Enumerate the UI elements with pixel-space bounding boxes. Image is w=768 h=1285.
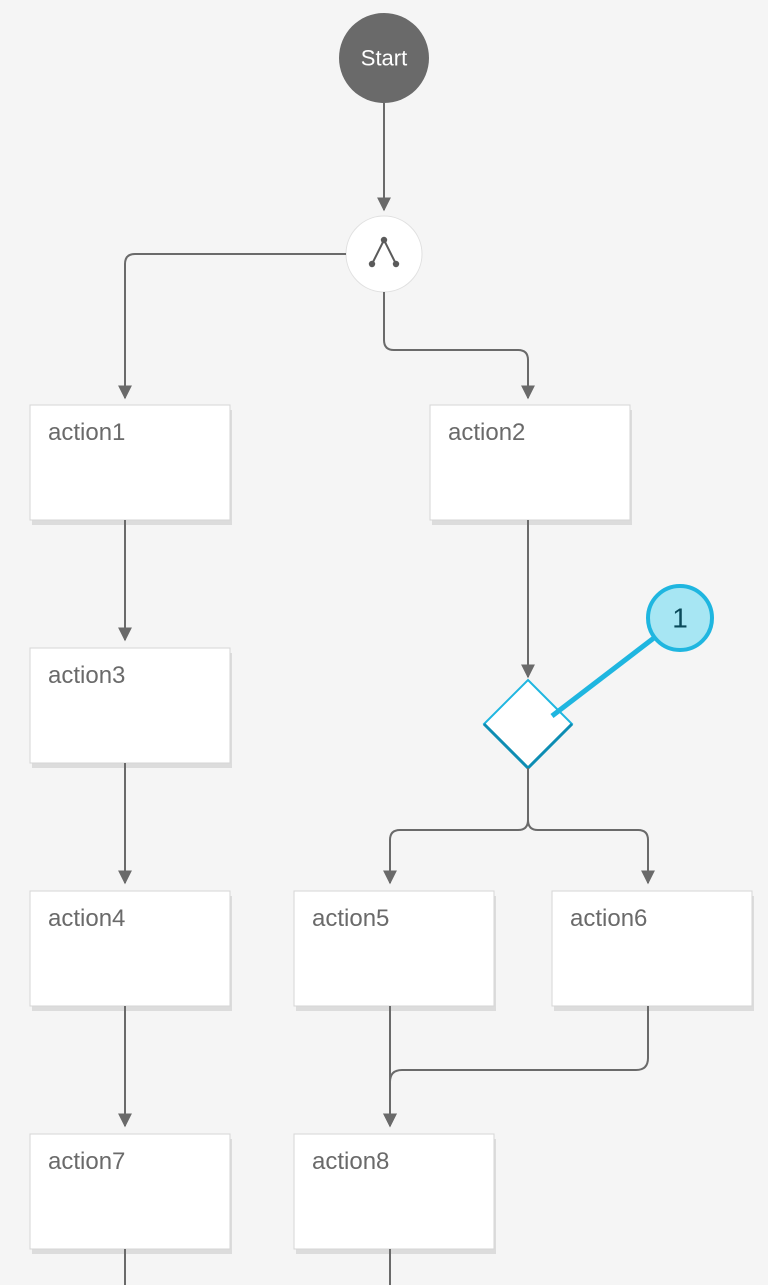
edge-split-a1 (125, 254, 346, 398)
flow-diagram: Start action1 action2 action3 (0, 0, 768, 1285)
decision-node[interactable] (484, 680, 572, 768)
edge-dec-a5 (390, 768, 528, 883)
node-action4[interactable]: action4 (30, 891, 232, 1011)
node-action6[interactable]: action6 (552, 891, 754, 1011)
node-action7-label: action7 (48, 1148, 125, 1175)
node-action6-label: action6 (570, 905, 647, 932)
node-action5[interactable]: action5 (294, 891, 496, 1011)
node-action8-label: action8 (312, 1148, 389, 1175)
node-action1-label: action1 (48, 419, 125, 446)
callout-bubble: 1 (648, 586, 712, 650)
split-node[interactable] (346, 216, 422, 292)
node-action7[interactable]: action7 (30, 1134, 232, 1254)
node-action2[interactable]: action2 (430, 405, 632, 525)
node-action3[interactable]: action3 (30, 648, 232, 768)
callout-label: 1 (672, 603, 688, 634)
start-node[interactable]: Start (339, 13, 429, 103)
edge-split-a2 (384, 292, 528, 398)
node-action8[interactable]: action8 (294, 1134, 496, 1254)
node-action1[interactable]: action1 (30, 405, 232, 525)
node-action5-label: action5 (312, 905, 389, 932)
start-label: Start (361, 46, 407, 71)
edge-a6-a8 (390, 1006, 648, 1126)
node-action2-label: action2 (448, 419, 525, 446)
node-action4-label: action4 (48, 905, 125, 932)
node-action3-label: action3 (48, 662, 125, 689)
edge-dec-a6 (528, 768, 648, 883)
